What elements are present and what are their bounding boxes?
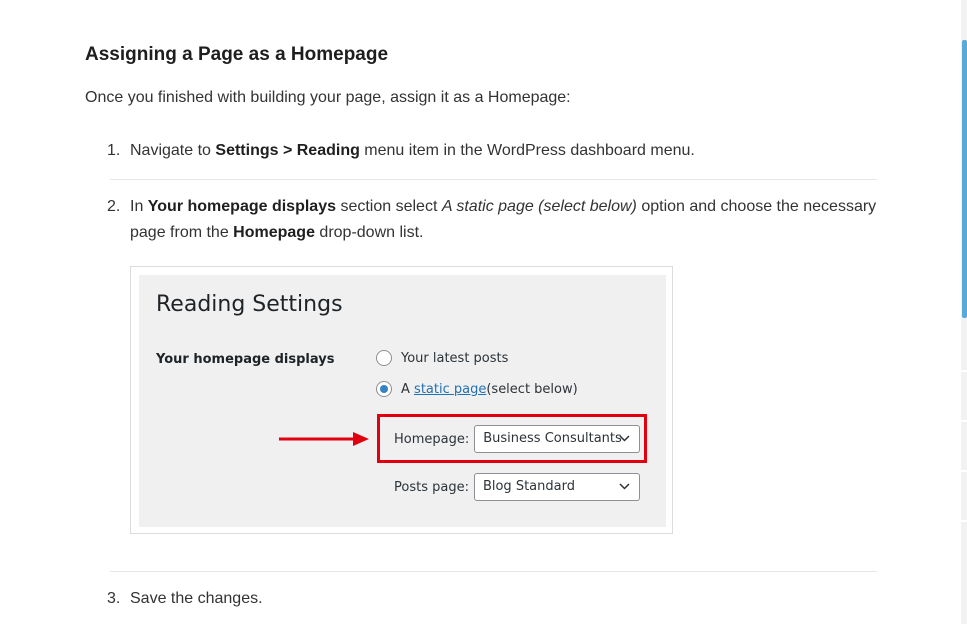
posts-page-select-row: Posts page: Blog Standard bbox=[394, 473, 640, 501]
list-item-step-1: 1. Navigate to Settings > Reading menu i… bbox=[107, 138, 877, 164]
step-text: Save the changes. bbox=[130, 590, 263, 607]
posts-page-select-value: Blog Standard bbox=[482, 479, 575, 494]
step-italic: A static page (select below) bbox=[441, 198, 637, 215]
step-number: 3. bbox=[107, 590, 121, 607]
posts-page-select: Blog Standard bbox=[473, 473, 640, 501]
step-text: In bbox=[130, 198, 148, 215]
radio-checked-icon bbox=[376, 381, 392, 397]
step-bold: Settings > Reading bbox=[215, 142, 360, 159]
static-page-link: static page bbox=[414, 381, 487, 397]
step-bold: Your homepage displays bbox=[147, 198, 336, 215]
radio-option-latest-posts: Your latest posts bbox=[376, 350, 508, 366]
radio-option-static-page: A static page (select below) bbox=[376, 381, 578, 397]
radio-label-prefix: A bbox=[401, 381, 410, 397]
reading-settings-screenshot: Reading Settings Your homepage displays … bbox=[130, 266, 673, 534]
divider bbox=[110, 571, 877, 572]
scrollbar-thumb[interactable] bbox=[962, 40, 967, 318]
radio-unchecked-icon bbox=[376, 350, 392, 366]
step-text: menu item in the WordPress dashboard men… bbox=[359, 142, 695, 159]
radio-label: Your latest posts bbox=[401, 350, 509, 366]
step-number: 1. bbox=[107, 142, 121, 159]
scrollbar-marker bbox=[961, 470, 967, 472]
homepage-displays-label: Your homepage displays bbox=[156, 352, 335, 367]
divider bbox=[110, 179, 877, 180]
intro-paragraph: Once you finished with building your pag… bbox=[85, 89, 571, 106]
scrollbar-marker bbox=[961, 420, 967, 422]
scrollbar-marker bbox=[961, 370, 967, 372]
list-item-step-3: 3. Save the changes. bbox=[107, 586, 877, 612]
red-arrow-icon bbox=[279, 432, 369, 446]
screenshot-title: Reading Settings bbox=[156, 292, 343, 317]
section-heading: Assigning a Page as a Homepage bbox=[85, 44, 389, 65]
scrollbar-marker bbox=[961, 520, 967, 522]
radio-label-suffix: (select below) bbox=[486, 381, 578, 397]
chevron-down-icon bbox=[619, 483, 630, 490]
screenshot-panel: Reading Settings Your homepage displays … bbox=[139, 275, 666, 527]
step-text: section select bbox=[336, 198, 442, 215]
step-text: Navigate to bbox=[130, 142, 216, 159]
highlight-box bbox=[377, 414, 647, 463]
step-bold: Homepage bbox=[233, 224, 315, 241]
step-number: 2. bbox=[107, 198, 121, 215]
list-item-step-2: 2. In Your homepage displays section sel… bbox=[107, 194, 877, 246]
posts-page-select-label: Posts page: bbox=[394, 479, 469, 495]
step-text: drop-down list. bbox=[314, 224, 424, 241]
